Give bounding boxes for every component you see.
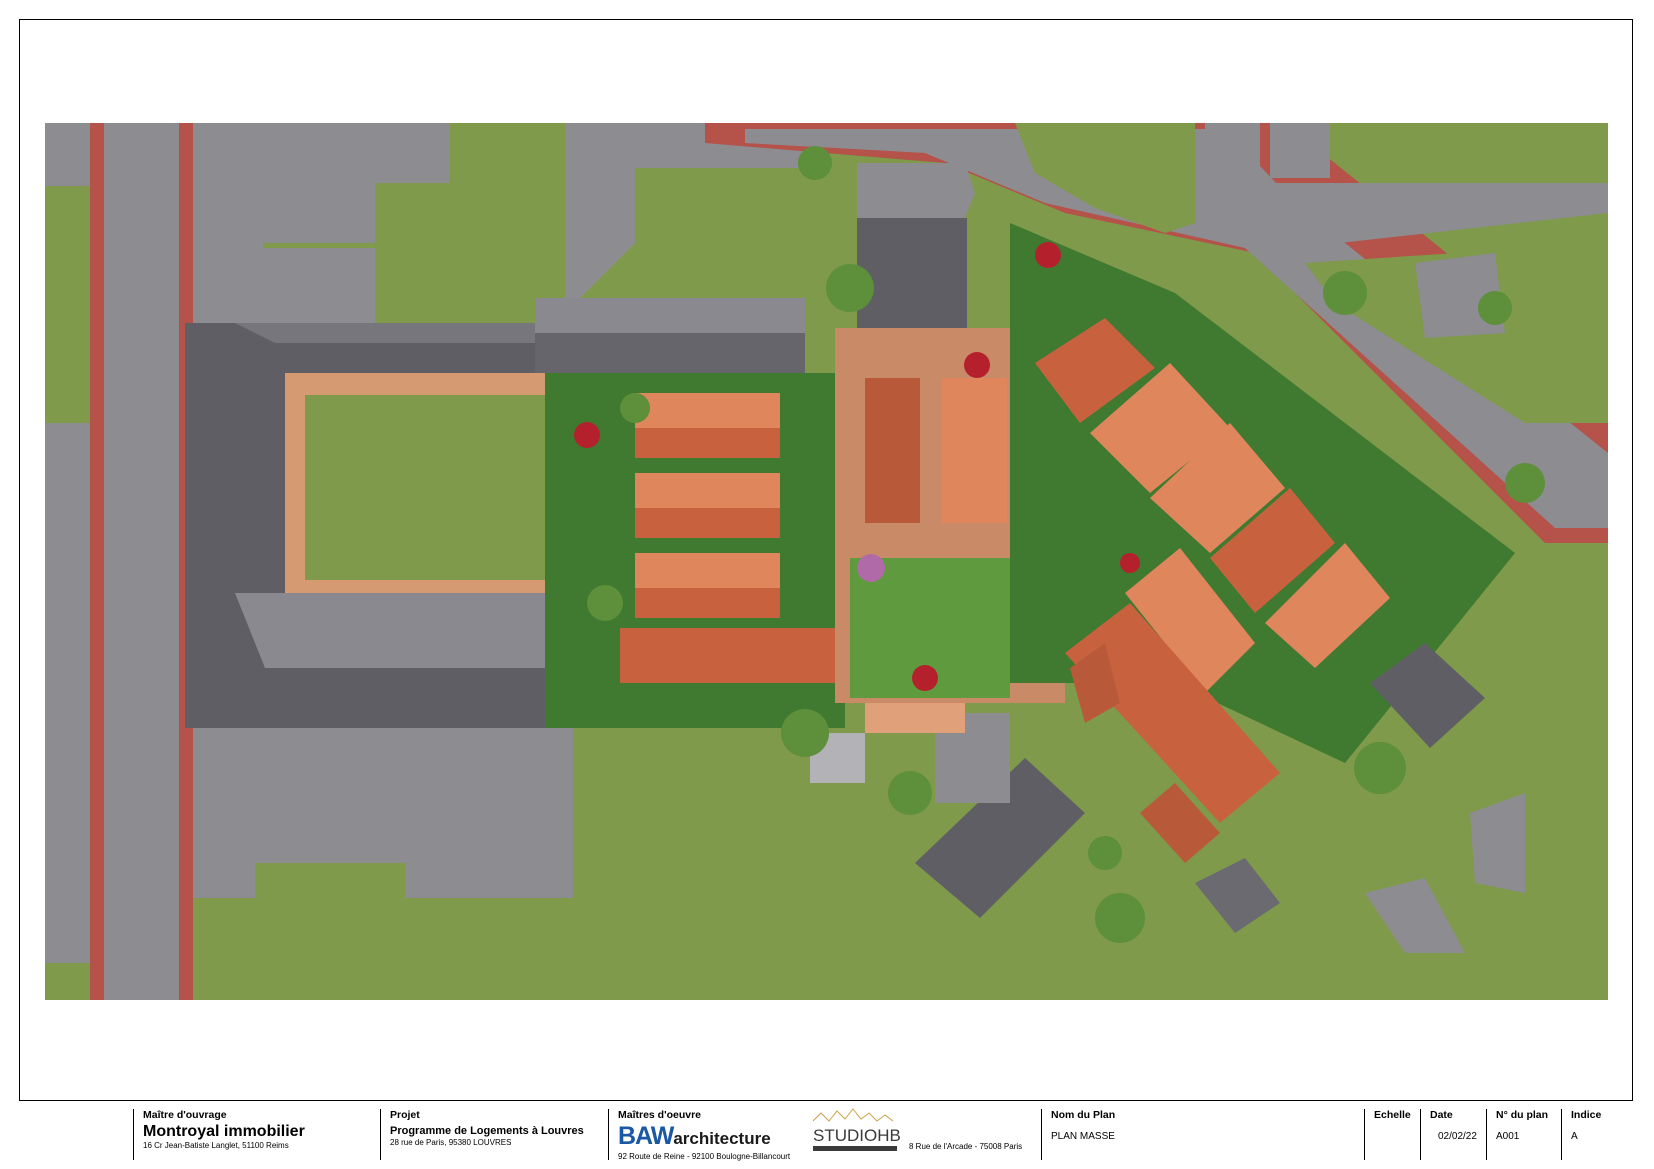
nom-plan-cell: Nom du Plan PLAN MASSE — [1041, 1109, 1333, 1160]
studiohb-skyline-icon — [812, 1108, 894, 1122]
numero-plan-cell: N° du plan A001 — [1486, 1109, 1556, 1160]
roof-entry-pavilion — [865, 703, 965, 733]
baw-logo-main: BAW — [618, 1122, 674, 1150]
tree — [826, 264, 874, 312]
pavement-nw — [45, 123, 90, 186]
roof-tile-row-2-shade — [635, 508, 780, 538]
pavement-north-house — [857, 163, 975, 218]
maitre-ouvrage-cell: Maître d'ouvrage Montroyal immobilier 16… — [133, 1109, 363, 1160]
baw-address: 92 Route de Reine - 92100 Boulogne-Billa… — [618, 1152, 791, 1161]
date-cell: Date 02/02/22 — [1420, 1109, 1480, 1160]
road-n-branch — [1205, 123, 1260, 193]
roof-tile-row-4 — [620, 628, 835, 683]
studiohb-logo: STUDIOHB — [812, 1108, 901, 1151]
grass-sw — [255, 863, 405, 1000]
tree — [1088, 836, 1122, 870]
date-label: Date — [1430, 1109, 1453, 1121]
maitre-ouvrage-label: Maître d'ouvrage — [143, 1109, 227, 1121]
roof-tile-row-3-shade — [635, 588, 780, 618]
projet-name: Programme de Logements à Louvres — [390, 1125, 584, 1137]
shrub-red — [1120, 553, 1140, 573]
projet-cell: Projet Programme de Logements à Louvres … — [380, 1109, 604, 1160]
baw-logo-sub: architecture — [673, 1129, 771, 1148]
pavement-west — [45, 423, 90, 963]
nom-plan-value: PLAN MASSE — [1051, 1131, 1115, 1142]
roof-tile-row-1-shade — [635, 428, 780, 458]
maitre-ouvrage-name: Montroyal immobilier — [143, 1123, 305, 1140]
title-block: Maître d'ouvrage Montroyal immobilier 16… — [19, 1101, 1633, 1161]
tree — [888, 771, 932, 815]
pavement-north-2 — [263, 248, 375, 323]
indice-label: Indice — [1571, 1109, 1602, 1121]
tree — [1505, 463, 1545, 503]
tree — [620, 393, 650, 423]
shrub-red — [912, 665, 938, 691]
road-west — [104, 123, 179, 1000]
roof-grey-house-north — [857, 218, 967, 328]
date-value: 02/02/22 — [1438, 1131, 1477, 1142]
courtyard-lawn — [305, 395, 565, 580]
shrub-red — [574, 422, 600, 448]
projet-address: 28 rue de Paris, 95380 LOUVRES — [390, 1138, 512, 1147]
indice-value: A — [1571, 1131, 1578, 1142]
tree — [798, 146, 832, 180]
roof-tile-central-1 — [865, 378, 920, 523]
echelle-cell: Echelle — [1364, 1109, 1414, 1160]
nom-plan-label: Nom du Plan — [1051, 1109, 1116, 1121]
tree — [1478, 291, 1512, 325]
tree — [587, 585, 623, 621]
roof-grey-ridge-2 — [235, 593, 565, 668]
shrub-red — [964, 352, 990, 378]
shrub-red — [1035, 242, 1061, 268]
tree — [1323, 271, 1367, 315]
roof-grey-ridge-1 — [235, 323, 535, 343]
site-plan-svg — [45, 123, 1608, 1000]
roof-grey-north-shade — [535, 333, 805, 373]
sidewalk-west — [90, 123, 104, 1000]
maitre-ouvrage-address: 16 Cr Jean-Batiste Langlet, 51100 Reims — [143, 1141, 289, 1150]
site-plan-render — [45, 123, 1608, 1000]
echelle-label: Echelle — [1374, 1109, 1411, 1121]
tree — [1095, 893, 1145, 943]
shrub-purple — [857, 554, 885, 582]
studiohb-logo-text: STUDIOHB — [813, 1126, 901, 1145]
roof-tile-central-2 — [942, 378, 1007, 523]
studiohb-address: 8 Rue de l'Arcade - 75008 Paris — [909, 1142, 1023, 1151]
tree — [1354, 742, 1406, 794]
numero-plan-value: A001 — [1496, 1131, 1520, 1142]
studiohb-underline — [813, 1146, 897, 1151]
numero-plan-label: N° du plan — [1496, 1109, 1549, 1121]
pavement-ne-small — [1270, 123, 1330, 178]
tree — [781, 709, 829, 757]
projet-label: Projet — [390, 1109, 420, 1121]
indice-cell: Indice A — [1561, 1109, 1621, 1160]
